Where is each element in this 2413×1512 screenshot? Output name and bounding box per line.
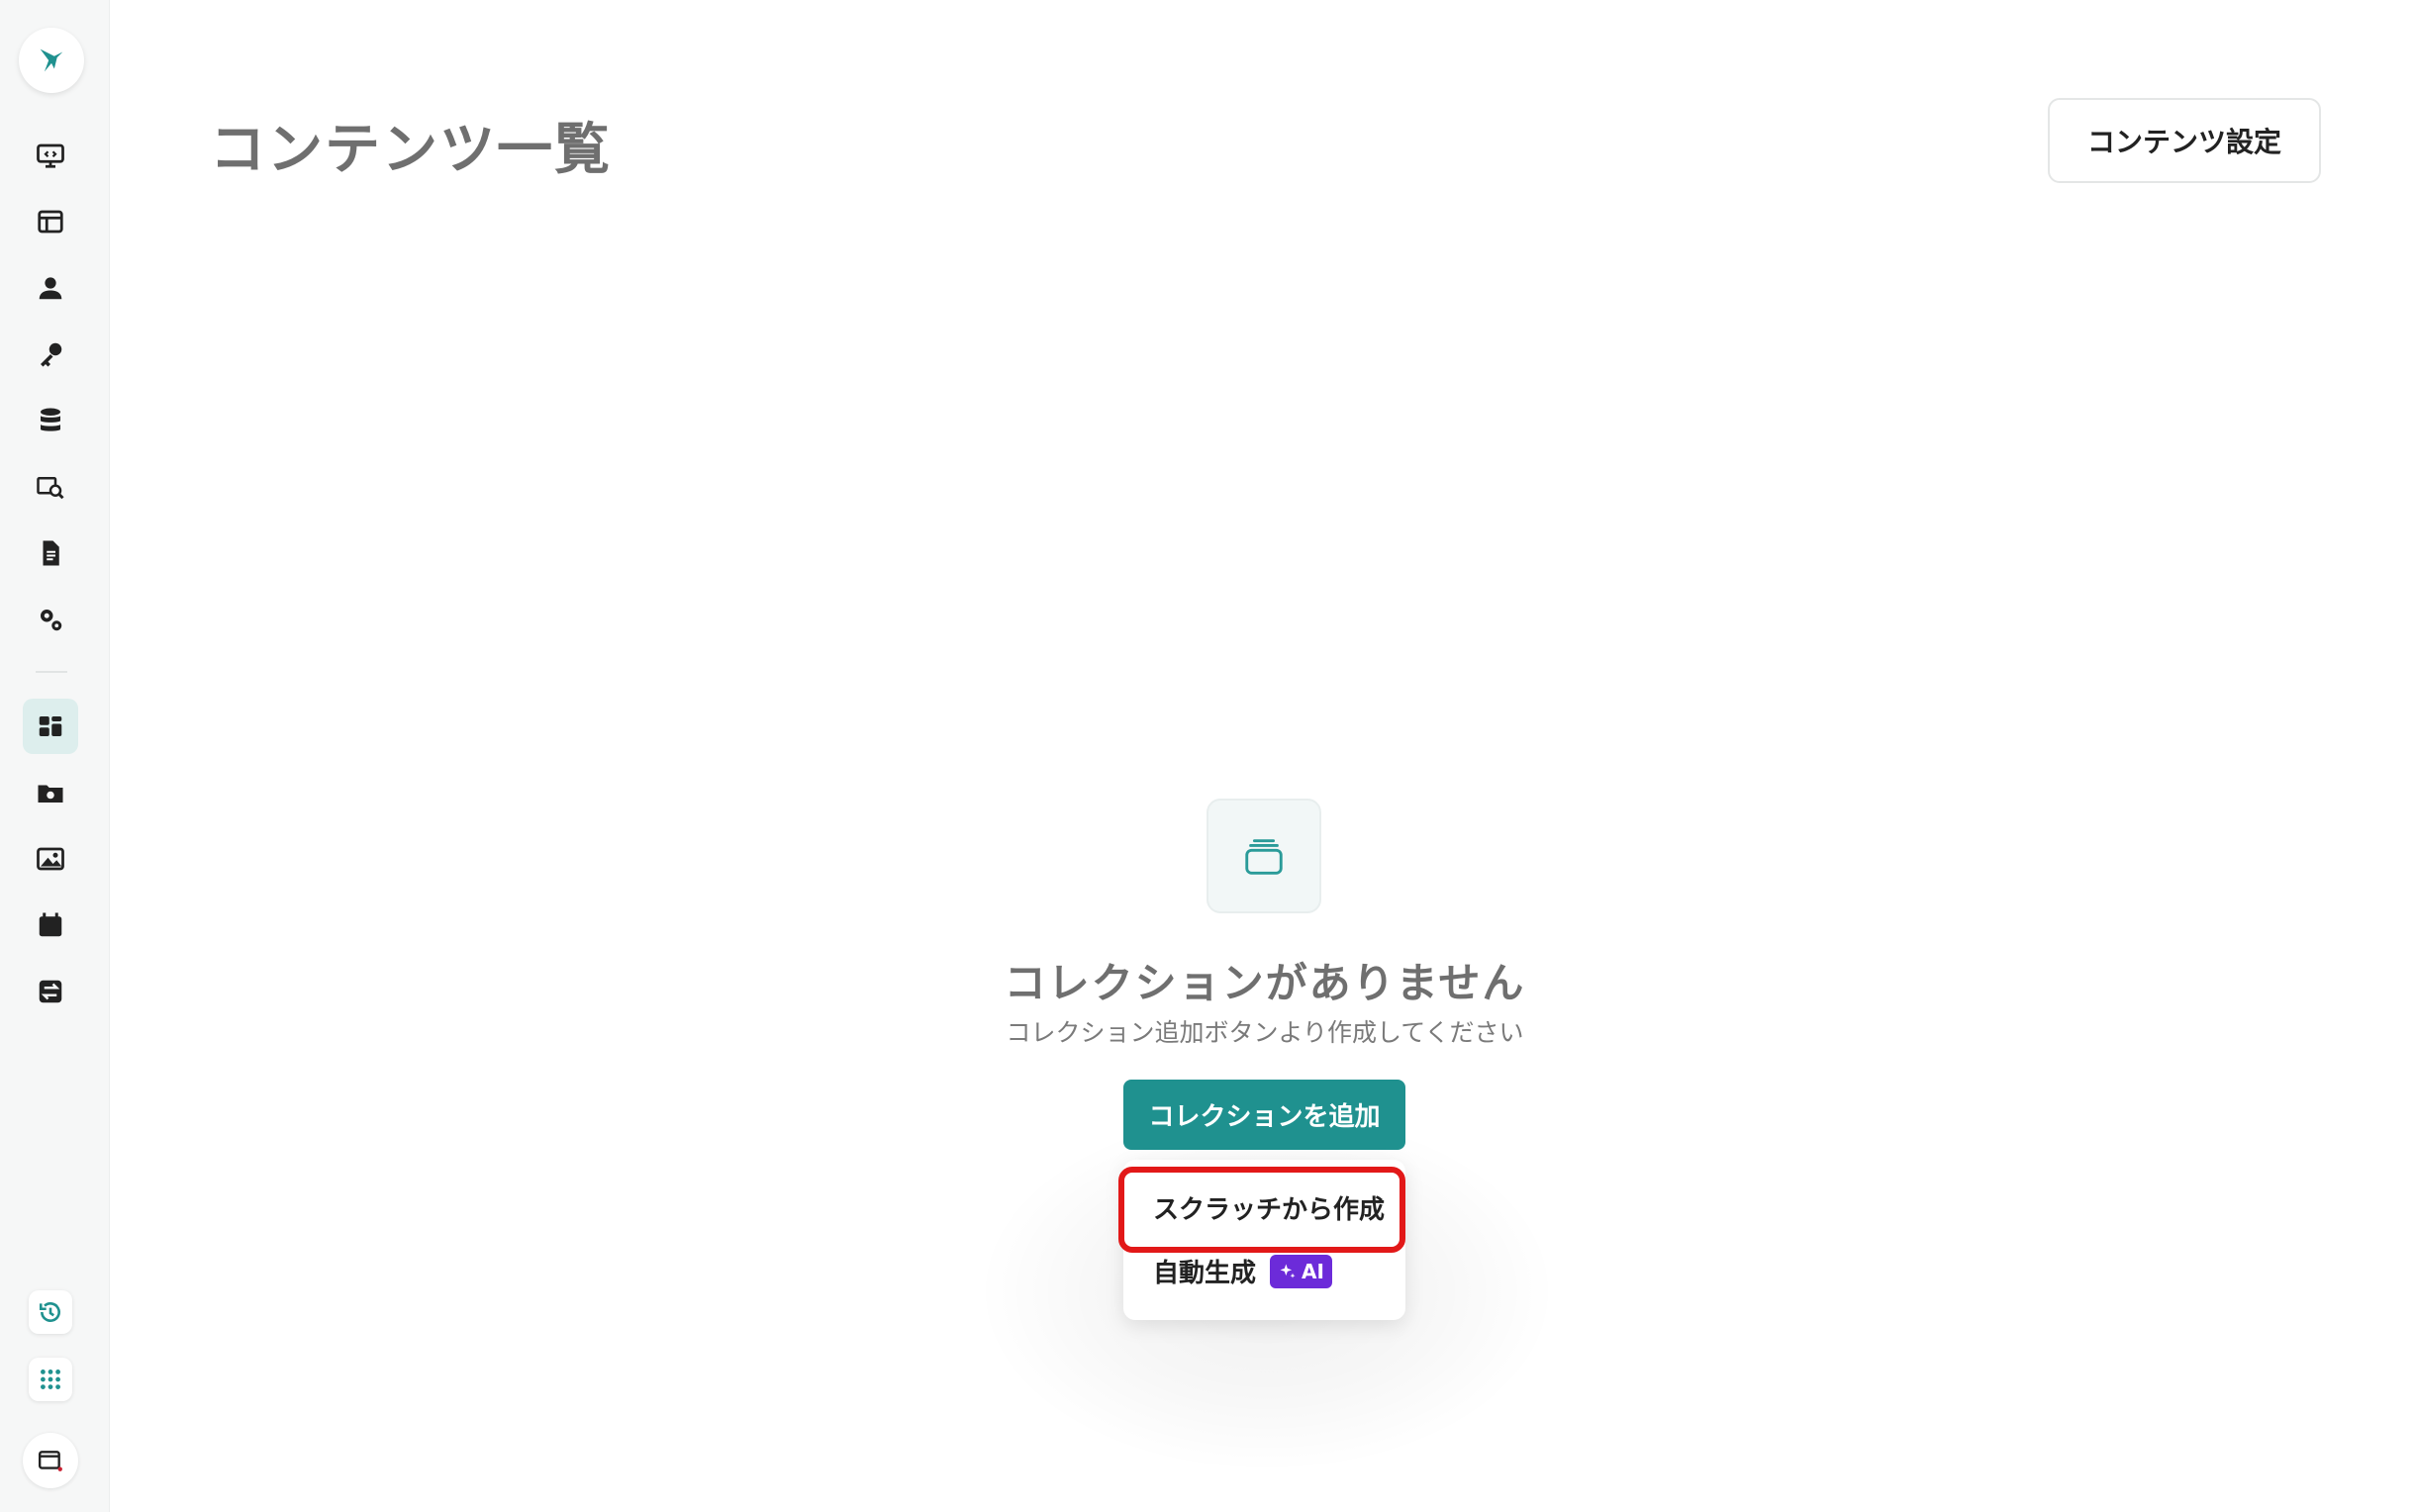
sidebar-item-file[interactable] xyxy=(23,525,78,581)
logo-icon xyxy=(40,48,63,72)
folder-settings-icon xyxy=(38,785,63,803)
sidebar-item-dashboard[interactable] xyxy=(23,699,78,754)
sidebar-item-image[interactable] xyxy=(23,831,78,887)
apps-grid-icon xyxy=(41,1370,60,1389)
page-title: コンテンツ一覧 xyxy=(210,118,612,182)
history-icon xyxy=(39,1302,60,1322)
sidebar-item-database[interactable] xyxy=(23,393,78,448)
sidebar-divider xyxy=(36,671,67,673)
monitor-icon xyxy=(37,143,64,168)
dashboard-icon xyxy=(39,716,62,736)
window-icon xyxy=(38,1451,62,1471)
ai-badge-label: AI xyxy=(1302,1259,1324,1283)
add-collection-button[interactable]: コレクションを追加 xyxy=(1123,1080,1405,1150)
sidebar xyxy=(0,0,110,1512)
empty-state-subtitle: コレクション追加ボタンより作成してください xyxy=(1006,1018,1524,1047)
file-icon xyxy=(43,540,59,566)
sidebar-item-monitor[interactable] xyxy=(23,128,78,183)
layout-icon xyxy=(38,210,63,234)
apps-grid-button[interactable] xyxy=(29,1358,72,1401)
sidebar-item-key[interactable] xyxy=(23,327,78,382)
window-button[interactable] xyxy=(23,1433,78,1488)
sidebar-item-gears[interactable] xyxy=(23,592,78,647)
menu-item-label: スクラッチから作成 xyxy=(1153,1195,1386,1225)
menu-item-auto-generate[interactable]: 自動生成 AI xyxy=(1153,1253,1332,1289)
history-button[interactable] xyxy=(29,1290,72,1334)
sidebar-item-user[interactable] xyxy=(23,260,78,316)
empty-state-title: コレクションがありません xyxy=(1004,959,1526,1007)
empty-collection-icon-box xyxy=(1206,799,1321,913)
calendar-icon xyxy=(39,912,62,937)
key-icon xyxy=(41,342,62,367)
sidebar-item-folder-settings[interactable] xyxy=(23,765,78,820)
sidebar-item-calendar[interactable] xyxy=(23,898,78,953)
image-icon xyxy=(37,847,64,871)
menu-item-create-from-scratch[interactable]: スクラッチから作成 xyxy=(1153,1189,1385,1226)
collection-stack-icon xyxy=(1245,839,1283,875)
content-settings-button[interactable]: コンテンツ設定 xyxy=(2048,98,2321,183)
add-collection-menu: スクラッチから作成 自動生成 AI xyxy=(1123,1160,1405,1320)
sidebar-item-layout[interactable] xyxy=(23,194,78,249)
sparkle-icon xyxy=(1280,1264,1296,1278)
app-logo[interactable] xyxy=(19,28,84,93)
sidebar-item-inspect[interactable] xyxy=(23,459,78,515)
menu-item-label: 自動生成 xyxy=(1153,1259,1257,1288)
user-icon xyxy=(39,277,62,300)
gears-icon xyxy=(41,610,62,631)
ai-badge: AI xyxy=(1270,1254,1332,1288)
inspect-icon xyxy=(37,477,64,500)
database-icon xyxy=(41,408,60,431)
